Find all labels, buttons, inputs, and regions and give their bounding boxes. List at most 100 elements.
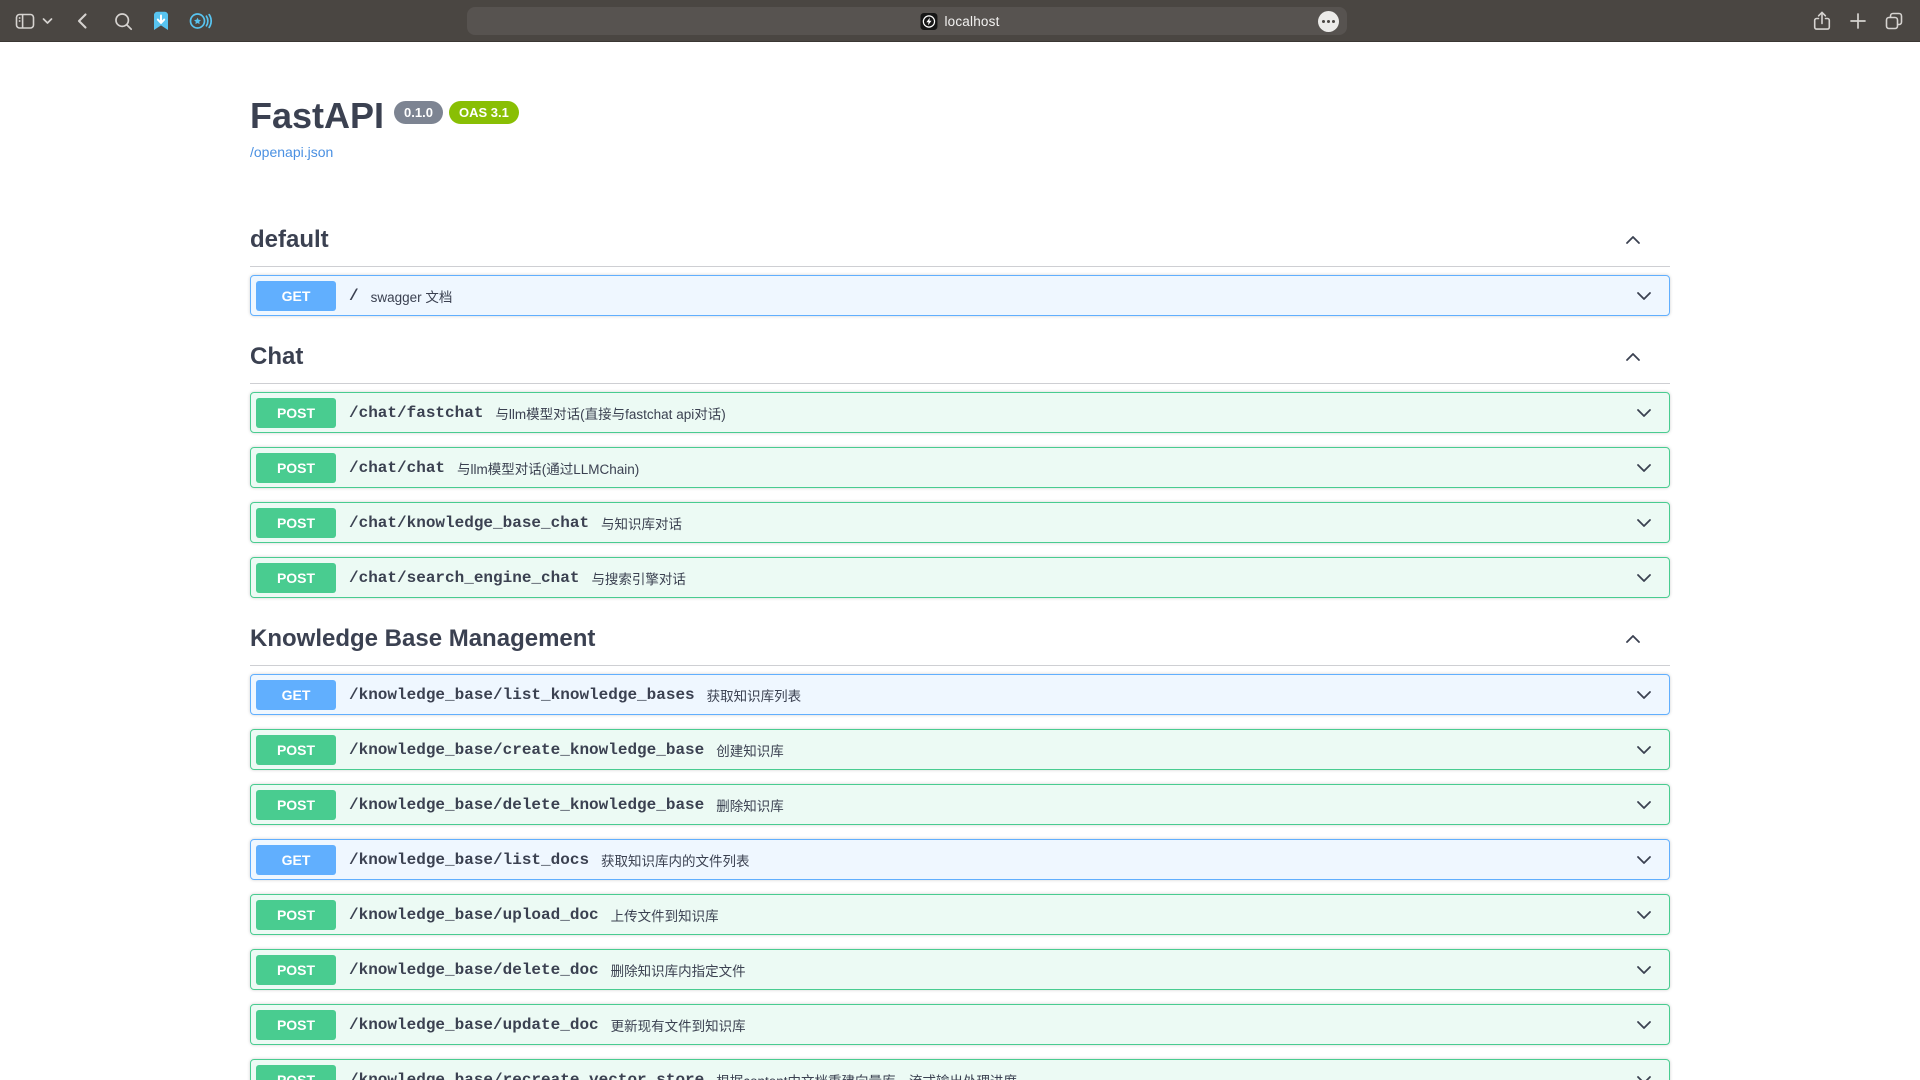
method-badge: POST	[256, 1065, 336, 1080]
collapse-chevron-icon[interactable]	[1623, 230, 1643, 250]
version-badge: 0.1.0	[394, 101, 443, 124]
operation-path: /knowledge_base/update_doc	[349, 1016, 599, 1034]
operation-description: 与llm模型对话(通过LLMChain)	[457, 458, 639, 478]
method-badge: POST	[256, 735, 336, 765]
section-header[interactable]: Chat	[250, 332, 1670, 384]
operation-path: /	[349, 287, 359, 305]
chevron-down-icon[interactable]	[42, 17, 53, 25]
operation-description: 获取知识库内的文件列表	[601, 850, 750, 870]
operation-description: 与知识库对话	[601, 513, 682, 533]
operation-description: 获取知识库列表	[707, 685, 802, 705]
operation-description: 根据content中文档重建向量库，流式输出处理进度。	[716, 1070, 1030, 1080]
section-operations: GET /knowledge_base/list_knowledge_bases…	[250, 666, 1670, 1080]
new-tab-icon[interactable]	[1848, 11, 1868, 31]
operation-path: /knowledge_base/recreate_vector_store	[349, 1071, 704, 1080]
section-title: default	[250, 225, 329, 254]
expand-chevron-icon[interactable]	[1634, 513, 1654, 533]
operation-path: /chat/search_engine_chat	[349, 569, 579, 587]
extension-bookmark-icon[interactable]	[150, 10, 172, 32]
operation-path: /chat/knowledge_base_chat	[349, 514, 589, 532]
method-badge: POST	[256, 563, 336, 593]
address-bar[interactable]: localhost	[467, 7, 1347, 35]
url-text: localhost	[944, 14, 999, 29]
search-icon[interactable]	[113, 11, 134, 32]
openapi-spec-link[interactable]: /openapi.json	[250, 144, 333, 160]
api-section: default GET / swagger 文档	[250, 215, 1670, 316]
operation-path: /knowledge_base/delete_doc	[349, 961, 599, 979]
expand-chevron-icon[interactable]	[1634, 905, 1654, 925]
api-sections: default GET / swagger 文档 Chat POST /chat…	[250, 215, 1670, 1080]
method-badge: POST	[256, 508, 336, 538]
expand-chevron-icon[interactable]	[1634, 960, 1654, 980]
share-icon[interactable]	[1811, 10, 1833, 32]
collapse-chevron-icon[interactable]	[1623, 347, 1643, 367]
operation-path: /knowledge_base/list_docs	[349, 851, 589, 869]
operation-path: /chat/chat	[349, 459, 445, 477]
fastapi-favicon	[920, 13, 937, 30]
operation-row[interactable]: POST /knowledge_base/delete_knowledge_ba…	[250, 784, 1670, 825]
sidebar-icon[interactable]	[14, 10, 36, 32]
page-title: FastAPI	[250, 94, 384, 137]
operation-path: /knowledge_base/create_knowledge_base	[349, 741, 704, 759]
operation-row[interactable]: GET /knowledge_base/list_knowledge_bases…	[250, 674, 1670, 715]
operation-row[interactable]: POST /knowledge_base/delete_doc 删除知识库内指定…	[250, 949, 1670, 990]
method-badge: POST	[256, 398, 336, 428]
back-icon[interactable]	[73, 11, 93, 31]
operation-row[interactable]: POST /chat/knowledge_base_chat 与知识库对话	[250, 502, 1670, 543]
api-section: Chat POST /chat/fastchat 与llm模型对话(直接与fas…	[250, 332, 1670, 598]
method-badge: POST	[256, 1010, 336, 1040]
method-badge: POST	[256, 453, 336, 483]
operation-row[interactable]: POST /chat/fastchat 与llm模型对话(直接与fastchat…	[250, 392, 1670, 433]
method-badge: POST	[256, 955, 336, 985]
expand-chevron-icon[interactable]	[1634, 740, 1654, 760]
swagger-ui-page: FastAPI 0.1.0 OAS 3.1 /openapi.json defa…	[250, 94, 1670, 1080]
url-display: localhost	[920, 7, 999, 35]
api-section: Knowledge Base Management GET /knowledge…	[250, 614, 1670, 1080]
api-info-block: FastAPI 0.1.0 OAS 3.1 /openapi.json	[250, 94, 1670, 162]
operation-description: 创建知识库	[716, 740, 784, 760]
expand-chevron-icon[interactable]	[1634, 458, 1654, 478]
method-badge: POST	[256, 900, 336, 930]
operation-path: /chat/fastchat	[349, 404, 483, 422]
section-header[interactable]: default	[250, 215, 1670, 267]
section-title: Chat	[250, 342, 303, 371]
operation-path: /knowledge_base/upload_doc	[349, 906, 599, 924]
operation-row[interactable]: GET / swagger 文档	[250, 275, 1670, 316]
operation-description: 上传文件到知识库	[611, 905, 719, 925]
operation-path: /knowledge_base/delete_knowledge_base	[349, 796, 704, 814]
section-title: Knowledge Base Management	[250, 624, 595, 653]
expand-chevron-icon[interactable]	[1634, 568, 1654, 588]
expand-chevron-icon[interactable]	[1634, 850, 1654, 870]
section-header[interactable]: Knowledge Base Management	[250, 614, 1670, 666]
collapse-chevron-icon[interactable]	[1623, 629, 1643, 649]
method-badge: GET	[256, 845, 336, 875]
expand-chevron-icon[interactable]	[1634, 685, 1654, 705]
operation-path: /knowledge_base/list_knowledge_bases	[349, 686, 695, 704]
operation-row[interactable]: GET /knowledge_base/list_docs 获取知识库内的文件列…	[250, 839, 1670, 880]
method-badge: POST	[256, 790, 336, 820]
expand-chevron-icon[interactable]	[1634, 403, 1654, 423]
operation-description: 删除知识库内指定文件	[611, 960, 746, 980]
expand-chevron-icon[interactable]	[1634, 286, 1654, 306]
operation-description: 删除知识库	[716, 795, 784, 815]
operation-row[interactable]: POST /knowledge_base/create_knowledge_ba…	[250, 729, 1670, 770]
operation-row[interactable]: POST /knowledge_base/update_doc 更新现有文件到知…	[250, 1004, 1670, 1045]
operation-row[interactable]: POST /knowledge_base/recreate_vector_sto…	[250, 1059, 1670, 1080]
section-operations: POST /chat/fastchat 与llm模型对话(直接与fastchat…	[250, 384, 1670, 598]
operation-row[interactable]: POST /chat/chat 与llm模型对话(通过LLMChain)	[250, 447, 1670, 488]
operation-description: 与llm模型对话(直接与fastchat api对话)	[495, 403, 725, 423]
method-badge: GET	[256, 680, 336, 710]
method-badge: GET	[256, 281, 336, 311]
expand-chevron-icon[interactable]	[1634, 1070, 1654, 1080]
extension-broadcast-icon[interactable]	[188, 10, 212, 32]
operation-description: 更新现有文件到知识库	[611, 1015, 746, 1035]
section-operations: GET / swagger 文档	[250, 267, 1670, 316]
operation-row[interactable]: POST /knowledge_base/upload_doc 上传文件到知识库	[250, 894, 1670, 935]
expand-chevron-icon[interactable]	[1634, 795, 1654, 815]
operation-row[interactable]: POST /chat/search_engine_chat 与搜索引擎对话	[250, 557, 1670, 598]
page-settings-ellipsis-button[interactable]	[1318, 11, 1339, 32]
oas-badge: OAS 3.1	[449, 101, 519, 124]
expand-chevron-icon[interactable]	[1634, 1015, 1654, 1035]
browser-toolbar: localhost	[0, 0, 1920, 42]
tab-overview-icon[interactable]	[1883, 10, 1905, 32]
